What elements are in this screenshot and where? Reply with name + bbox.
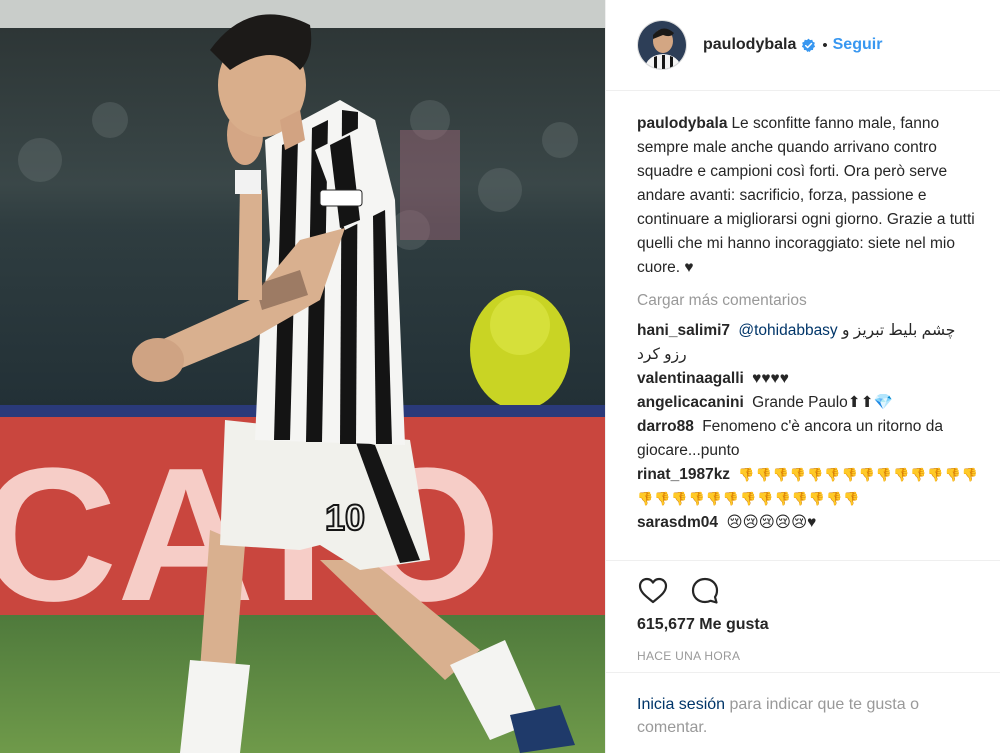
comment-username[interactable]: sarasdm04 <box>637 514 718 531</box>
caption-username[interactable]: paulodybala <box>637 115 727 132</box>
post-timestamp: HACE UNA HORA <box>637 649 741 663</box>
avatar[interactable] <box>637 20 687 70</box>
comment-mention[interactable]: @tohidabbasy <box>738 322 837 339</box>
comment-username[interactable]: darro88 <box>637 418 694 435</box>
caption: paulodybala Le sconfitte fanno male, fann… <box>637 112 982 280</box>
comment-username[interactable]: angelicacanini <box>637 394 744 411</box>
comment-text: ♥♥♥♥ <box>752 370 789 387</box>
action-icons <box>637 575 741 607</box>
comment-username[interactable]: hani_salimi7 <box>637 322 730 339</box>
post-actions: 615,677 Me gusta HACE UNA HORA <box>606 560 1000 663</box>
login-link[interactable]: Inicia sesión <box>637 696 725 713</box>
football-player-image: CATO 10 <box>0 0 605 753</box>
comment-username[interactable]: rinat_1987kz <box>637 466 730 483</box>
post-side-panel: paulodybala • Seguir paulodybala Le sconf… <box>605 0 1000 753</box>
list-item: valentinaagalli ♥♥♥♥ <box>637 367 982 391</box>
verified-badge-icon <box>801 38 816 53</box>
list-item: angelicacanini Grande Paulo⬆⬆💎 <box>637 391 982 415</box>
follow-button[interactable]: Seguir <box>833 36 883 54</box>
list-item: sarasdm04 😢😢😢😢😢♥ <box>637 511 982 535</box>
list-item: darro88 Fenomeno c'è ancora un ritorno d… <box>637 415 982 463</box>
post-photo[interactable]: CATO 10 <box>0 0 605 753</box>
comment-text: 😢😢😢😢😢♥ <box>726 514 817 531</box>
list-item: hani_salimi7 @tohidabbasy چشم بلیط تبریز… <box>637 319 982 367</box>
load-more-comments-button[interactable]: Cargar más comentarios <box>637 289 982 313</box>
jersey-number: 10 <box>325 497 365 538</box>
caption-text: Le sconfitte fanno male, fanno sempre ma… <box>637 115 975 276</box>
list-item: rinat_1987kz 👎👎👎👎👎👎👎👎👎👎👎👎👎👎👎👎👎👎👎👎👎👎👎👎👎👎👎 <box>637 463 982 511</box>
post-header: paulodybala • Seguir <box>606 0 1000 91</box>
comment-text: Grande Paulo⬆⬆💎 <box>752 394 894 411</box>
likes-count[interactable]: 615,677 Me gusta <box>637 616 769 634</box>
comment-username[interactable]: valentinaagalli <box>637 370 744 387</box>
header-separator: • <box>822 36 828 54</box>
login-prompt: Inicia sesión para indicar que te gusta … <box>606 672 1000 753</box>
comment-icon[interactable] <box>689 575 721 607</box>
comments-list: paulodybala Le sconfitte fanno male, fann… <box>637 112 982 535</box>
header-username[interactable]: paulodybala <box>703 36 796 54</box>
heart-icon[interactable] <box>637 575 669 607</box>
